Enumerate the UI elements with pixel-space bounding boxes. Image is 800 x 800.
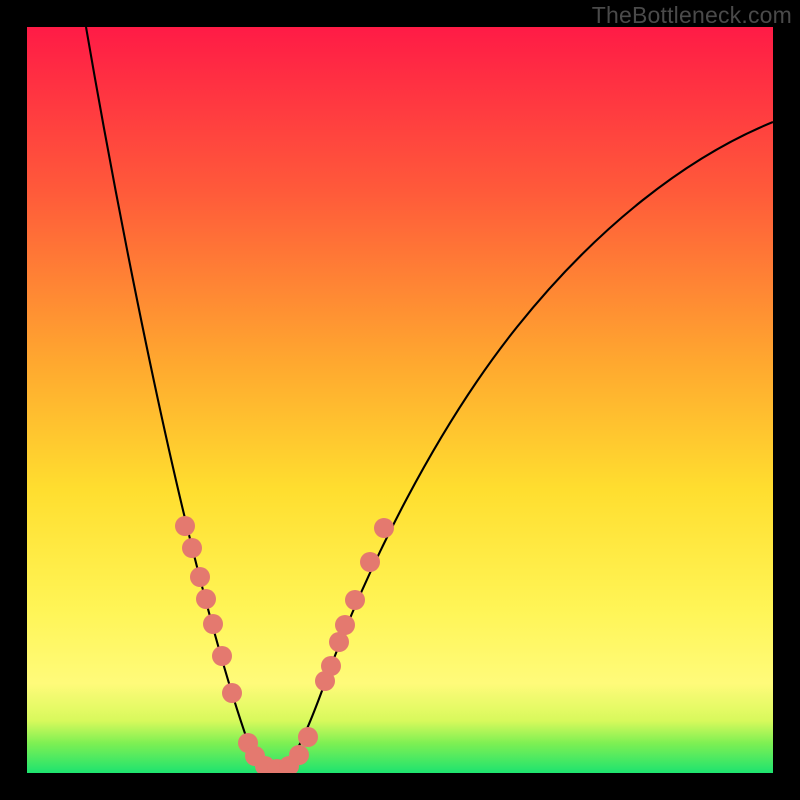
dots-right [315,518,394,691]
data-dot [360,552,380,572]
data-dot [212,646,232,666]
data-dot [196,589,216,609]
data-dot [203,614,223,634]
curve-right-branch [277,122,773,769]
data-dot [321,656,341,676]
dots-valley [238,727,318,773]
data-dot [335,615,355,635]
data-dot [289,745,309,765]
watermark-text: TheBottleneck.com [592,2,792,29]
data-dot [182,538,202,558]
plot-area [27,27,773,773]
data-dot [222,683,242,703]
chart-frame: TheBottleneck.com [0,0,800,800]
data-dot [175,516,195,536]
curve-layer [27,27,773,773]
curve-left-branch [86,27,277,769]
data-dot [329,632,349,652]
data-dot [345,590,365,610]
data-dot [298,727,318,747]
data-dot [374,518,394,538]
data-dot [190,567,210,587]
